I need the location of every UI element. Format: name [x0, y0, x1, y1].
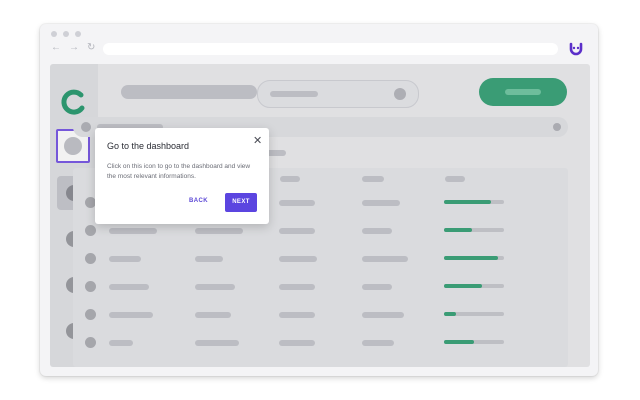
next-button[interactable]: NEXT: [225, 193, 257, 212]
reload-icon[interactable]: ↻: [87, 42, 95, 54]
back-arrow-icon[interactable]: ←: [51, 42, 61, 54]
window-dot-close[interactable]: [51, 31, 57, 37]
tooltip-body: Click on this icon to go to the dashboar…: [107, 163, 251, 180]
window-dot-maximize[interactable]: [75, 31, 81, 37]
window-dot-minimize[interactable]: [63, 31, 69, 37]
browser-extension-icon[interactable]: [568, 40, 584, 56]
window-controls: [51, 31, 81, 37]
onboarding-tooltip: Go to the dashboard ✕ Click on this icon…: [95, 128, 269, 224]
forward-arrow-icon[interactable]: →: [69, 42, 79, 54]
close-icon[interactable]: ✕: [253, 134, 262, 147]
back-button[interactable]: BACK: [189, 198, 208, 204]
tooltip-title: Go to the dashboard: [107, 141, 190, 151]
address-bar[interactable]: [103, 43, 558, 55]
